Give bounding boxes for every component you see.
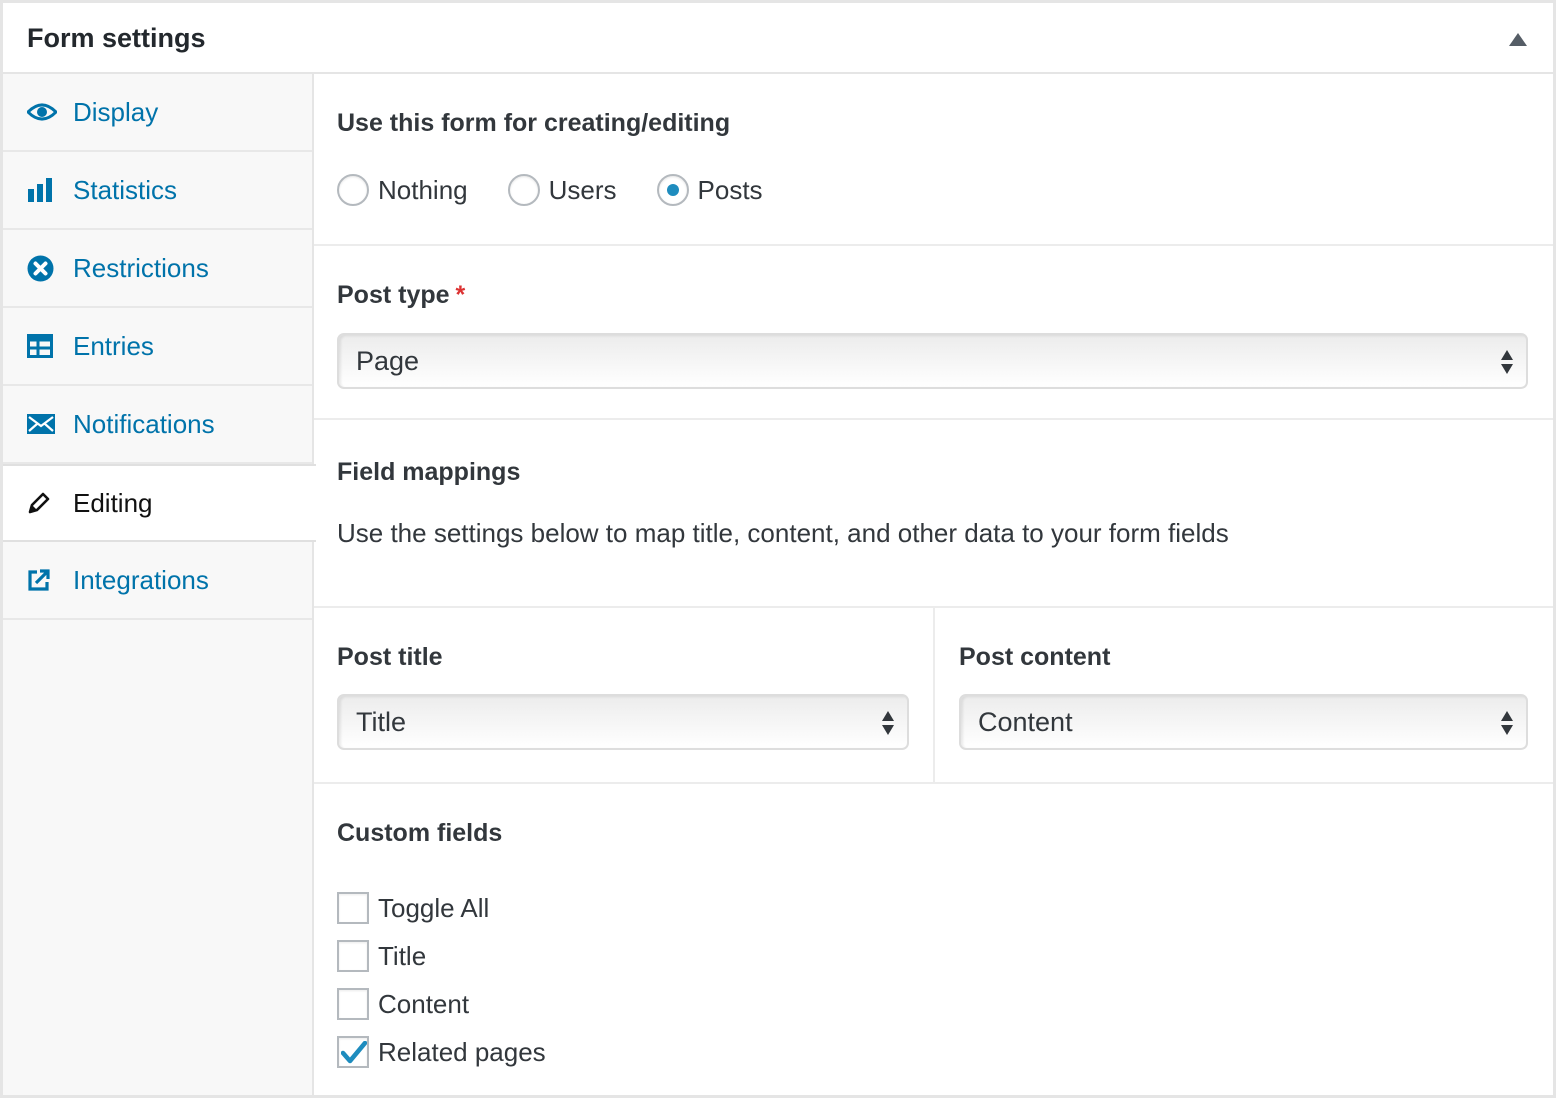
post-type-label: Post type [337,281,450,309]
checkmark-icon [341,1041,367,1064]
checkbox-title[interactable]: Title [337,932,546,980]
post-type-select[interactable]: Page [337,333,1528,389]
checkbox-checked[interactable] [337,1036,369,1068]
custom-fields-list: Toggle All Title Content Related pages [337,884,546,1076]
sidebar-item-integrations[interactable]: Integrations [3,542,312,620]
radio-nothing[interactable]: Nothing [337,174,468,206]
settings-sidebar: Display Statistics Restrictions Entries … [3,74,316,1095]
external-link-icon [27,565,57,595]
envelope-icon [27,409,57,439]
checkbox-label: Content [378,988,470,1019]
bar-chart-icon [27,175,57,205]
checkbox-toggle-all[interactable]: Toggle All [337,884,546,932]
radio-label: Users [548,174,617,205]
title-content-section: Post title Title Post content Content [314,608,1553,784]
checkbox-label: Toggle All [378,892,490,923]
radio-button[interactable] [337,174,369,206]
sidebar-item-label: Editing [73,487,153,518]
required-marker: * [455,281,466,309]
post-title-column: Post title Title [314,608,935,782]
select-arrows-icon [1501,711,1513,735]
checkbox-related-pages[interactable]: Related pages [337,1028,546,1076]
radio-button-checked[interactable] [656,174,689,206]
select-value: Page [356,345,420,376]
field-mappings-description: Use the settings below to map title, con… [337,518,1229,548]
radio-label: Nothing [378,174,468,205]
radio-label: Posts [697,174,763,205]
triangle-up-icon [1509,33,1527,46]
sidebar-item-editing[interactable]: Editing [3,464,316,542]
use-form-heading: Use this form for creating/editing [337,109,731,137]
eye-icon [27,97,57,127]
checkbox[interactable] [337,892,369,924]
radio-posts[interactable]: Posts [656,174,763,206]
select-arrows-icon [1501,350,1513,374]
post-type-section: Post type * Page [314,246,1553,420]
field-mappings-heading: Field mappings [337,458,521,486]
checkbox-content[interactable]: Content [337,980,546,1028]
radio-users[interactable]: Users [507,174,617,206]
post-title-heading: Post title [337,643,443,671]
collapse-toggle-button[interactable] [1509,33,1529,47]
pencil-icon [27,488,57,518]
post-title-select[interactable]: Title [337,694,909,750]
field-mappings-section: Field mappings Use the settings below to… [314,420,1553,608]
select-arrows-icon [882,711,894,735]
sidebar-item-label: Notifications [73,408,215,439]
checkbox[interactable] [337,988,369,1020]
sidebar-item-label: Entries [73,330,154,361]
post-type-heading: Post type * [337,281,465,310]
sidebar-item-label: Integrations [73,564,209,595]
sidebar-item-label: Statistics [73,174,178,205]
post-content-heading: Post content [959,643,1111,671]
sidebar-item-label: Restrictions [73,252,209,283]
custom-fields-heading: Custom fields [337,819,503,847]
checkbox-label: Title [378,940,427,971]
sidebar-item-display[interactable]: Display [3,74,312,152]
sidebar-item-entries[interactable]: Entries [3,308,312,386]
select-value: Content [978,706,1073,737]
sidebar-item-notifications[interactable]: Notifications [3,386,312,464]
form-settings-panel: Form settings Display Statistics Restric… [0,0,1556,1098]
checkbox-label: Related pages [378,1036,546,1067]
post-content-column: Post content Content [935,608,1553,782]
panel-header: Form settings [3,3,1553,74]
sidebar-item-restrictions[interactable]: Restrictions [3,230,312,308]
checkbox[interactable] [337,940,369,972]
use-form-radio-group: Nothing Users Posts [337,174,803,206]
sidebar-item-statistics[interactable]: Statistics [3,152,312,230]
table-icon [27,331,57,361]
radio-button[interactable] [507,174,540,206]
post-content-select[interactable]: Content [959,694,1528,750]
settings-main: Use this form for creating/editing Nothi… [314,74,1553,1095]
panel-title: Form settings [27,23,206,53]
sidebar-item-label: Display [73,96,159,127]
select-value: Title [356,706,407,737]
use-form-section: Use this form for creating/editing Nothi… [314,74,1553,246]
close-circle-icon [27,253,57,283]
radio-dot [666,184,679,196]
